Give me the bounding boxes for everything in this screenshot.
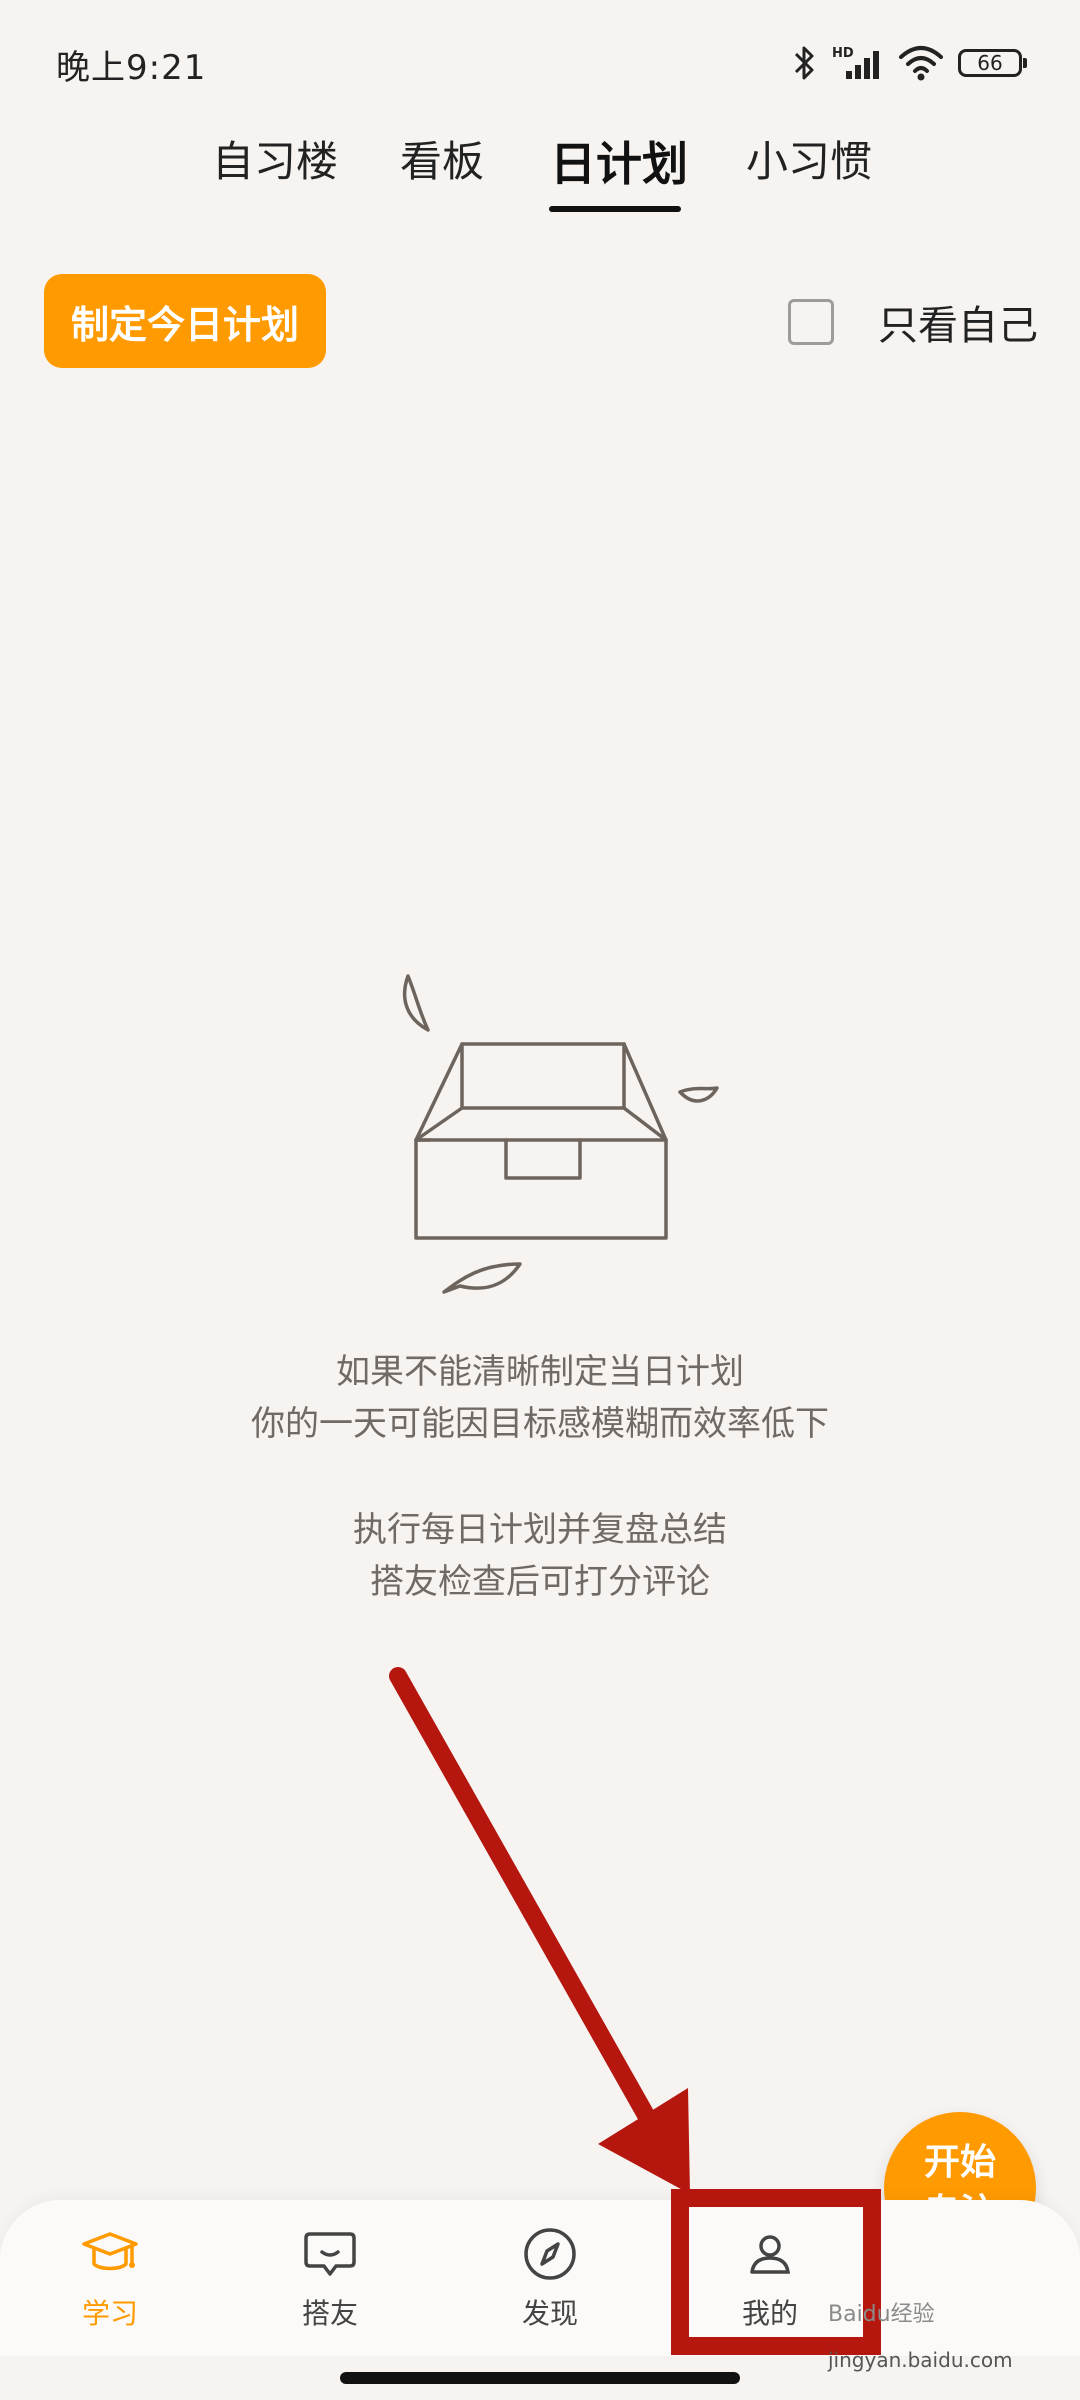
tab-small-habits[interactable]: 小习惯 [746, 128, 872, 189]
nav-item-study[interactable]: 学习 [0, 2200, 220, 2356]
tab-board[interactable]: 看板 [400, 128, 484, 189]
empty-hint-line-4: 搭友检查后可打分评论 [370, 1562, 710, 1602]
make-today-plan-button[interactable]: 制定今日计划 [44, 274, 326, 368]
status-time: 晚上9:21 [56, 48, 207, 88]
only-me-toggle[interactable]: 只看自己 [788, 296, 1038, 349]
chat-bubble-icon [304, 2232, 356, 2276]
nav-label-study: 学习 [81, 2297, 138, 2330]
only-me-checkbox[interactable] [788, 299, 834, 345]
nav-label-discover: 发现 [521, 2297, 578, 2330]
graduation-cap-icon [82, 2232, 138, 2271]
nav-item-discover[interactable]: 发现 [440, 2200, 660, 2356]
nav-label-mine: 我的 [741, 2297, 798, 2330]
nav-item-partner[interactable]: 搭友 [220, 2200, 440, 2356]
only-me-label: 只看自己 [878, 303, 1038, 349]
person-icon [750, 2235, 791, 2274]
nav-item-mine[interactable]: 我的 [660, 2200, 880, 2356]
start-focus-line-1: 开始 [923, 2142, 996, 2183]
hd-signal-icon: HD [832, 46, 879, 79]
top-tabs: 自习楼 看板 日计划 小习惯 [0, 128, 1080, 218]
bottom-nav: 学习 搭友 发现 我的 [0, 2200, 1080, 2356]
baidu-watermark: Baidu经验 [828, 2302, 935, 2327]
home-indicator[interactable] [340, 2372, 740, 2384]
tab-study-hall[interactable]: 自习楼 [212, 128, 338, 189]
annotation-arrow [389, 1667, 690, 2194]
battery-icon: 66 [958, 49, 1027, 77]
wifi-icon [899, 46, 943, 81]
nav-label-partner: 搭友 [301, 2297, 358, 2330]
empty-box-illustration [402, 974, 719, 1294]
empty-hint-line-1: 如果不能清晰制定当日计划 [336, 1352, 744, 1392]
bluetooth-icon [794, 46, 814, 80]
compass-icon [524, 2228, 576, 2280]
empty-hint-line-2: 你的一天可能因目标感模糊而效率低下 [251, 1404, 829, 1444]
status-bar: 晚上9:21 HD 66 [0, 0, 1080, 120]
baidu-watermark-url: jingyan.baidu.com [828, 2348, 1013, 2372]
status-icons: HD 66 [792, 38, 1027, 88]
svg-text:HD: HD [832, 46, 854, 61]
active-tab-indicator [549, 206, 681, 212]
tab-daily-plan[interactable]: 日计划 [550, 128, 688, 194]
empty-hint-line-3: 执行每日计划并复盘总结 [353, 1510, 727, 1550]
